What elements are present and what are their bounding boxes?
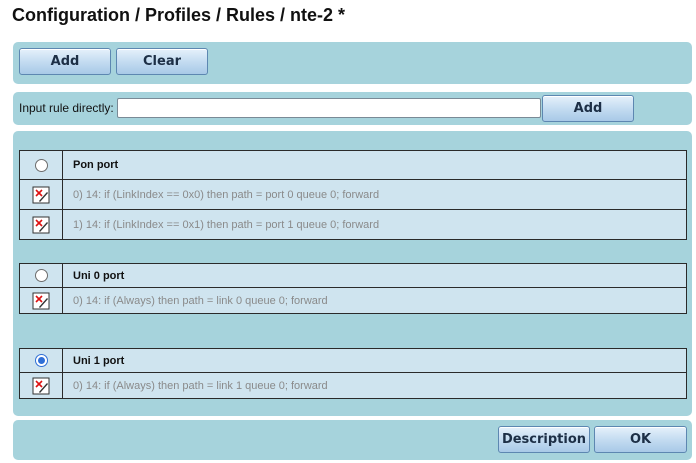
group-radio[interactable]: [34, 269, 48, 282]
group-radio-selected[interactable]: [34, 354, 48, 367]
group-name: Pon port: [73, 159, 119, 171]
group-select-cell: [20, 264, 63, 287]
direct-input-panel: Input rule directly: Add: [13, 92, 692, 125]
rule-row: 1) 14: if (LinkIndex == 0x1) then path =…: [20, 209, 686, 239]
ok-button[interactable]: OK: [594, 426, 687, 453]
rule-row: 0) 14: if (LinkIndex == 0x0) then path =…: [20, 179, 686, 209]
rule-row: 0) 14: if (Always) then path = link 0 qu…: [20, 287, 686, 313]
direct-add-button[interactable]: Add: [542, 95, 634, 122]
rule-edit-cell: [20, 373, 63, 398]
add-button[interactable]: Add: [19, 48, 111, 75]
rule-edit-cell: [20, 180, 63, 209]
group-header: Pon port: [20, 151, 686, 179]
edit-pencil-icon[interactable]: [32, 377, 50, 395]
rule-row: 0) 14: if (Always) then path = link 1 qu…: [20, 372, 686, 398]
toolbar-panel: Add Clear: [13, 42, 692, 84]
footer-panel: Description OK: [13, 420, 692, 460]
direct-input-label: Input rule directly:: [19, 101, 114, 115]
rule-text: 0) 14: if (Always) then path = link 0 qu…: [73, 294, 328, 307]
rule-group-pon-port: Pon port 0) 14: if (LinkIndex == 0x0) th…: [19, 150, 687, 240]
rule-group-uni-1-port: Uni 1 port 0) 14: if (Always) then path …: [19, 348, 687, 399]
page-title: Configuration / Profiles / Rules / nte-2…: [12, 5, 346, 25]
rule-text: 0) 14: if (LinkIndex == 0x0) then path =…: [73, 188, 380, 201]
edit-pencil-icon[interactable]: [32, 292, 50, 310]
group-name: Uni 0 port: [73, 269, 125, 282]
rule-edit-cell: [20, 288, 63, 313]
clear-button[interactable]: Clear: [116, 48, 208, 75]
edit-pencil-icon[interactable]: [32, 186, 50, 204]
rule-text: 1) 14: if (LinkIndex == 0x1) then path =…: [73, 218, 380, 231]
description-button[interactable]: Description: [498, 426, 590, 453]
rule-edit-cell: [20, 210, 63, 239]
group-radio[interactable]: [34, 158, 48, 172]
group-header: Uni 0 port: [20, 264, 686, 287]
group-select-cell: [20, 151, 63, 179]
edit-pencil-icon[interactable]: [32, 216, 50, 234]
group-header: Uni 1 port: [20, 349, 686, 372]
rule-group-uni-0-port: Uni 0 port 0) 14: if (Always) then path …: [19, 263, 687, 314]
group-name: Uni 1 port: [73, 354, 125, 367]
rule-text: 0) 14: if (Always) then path = link 1 qu…: [73, 379, 328, 392]
group-select-cell: [20, 349, 63, 372]
rule-input[interactable]: [117, 98, 541, 118]
